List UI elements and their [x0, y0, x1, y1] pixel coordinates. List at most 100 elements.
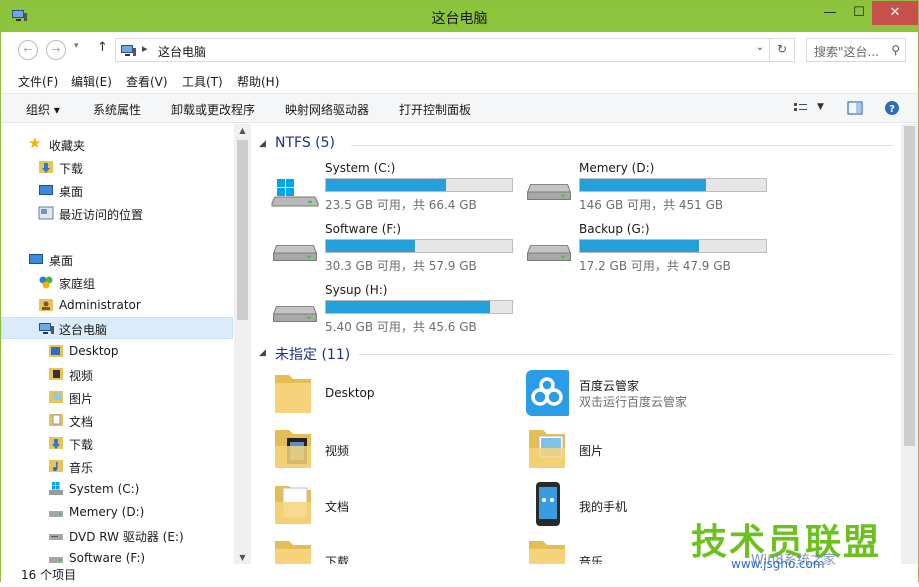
folder-item[interactable]: 图片 — [525, 424, 779, 476]
item-name: 我的手机 — [579, 500, 628, 514]
drive-usage-bar — [325, 178, 513, 192]
search-input[interactable]: 搜索"这台... ⚲ — [806, 38, 906, 62]
up-button[interactable]: ↑ — [97, 40, 108, 55]
usage-fill — [580, 240, 700, 252]
sidebar-item-desktop[interactable]: 桌面 — [1, 179, 233, 201]
drive-capacity: 5.40 GB 可用，共 45.6 GB — [325, 320, 477, 334]
group-title: 未指定 (11) — [275, 347, 351, 363]
folder-item[interactable]: 视频 — [271, 424, 525, 476]
title-bar[interactable]: 这台电脑 — ☐ ✕ — [1, 1, 918, 32]
sidebar-item-label: 桌面 — [59, 185, 84, 199]
sidebar-item-label: 这台电脑 — [59, 323, 108, 337]
refresh-button[interactable]: ↻ — [769, 39, 794, 61]
map-network-drive-button[interactable]: 映射网络驱动器 — [285, 101, 369, 118]
collapse-icon[interactable]: ◢ — [259, 348, 266, 358]
preview-pane-icon[interactable] — [847, 100, 863, 116]
watermark: 技术员联盟 Win8系统之家 www.jsgho.com — [691, 513, 916, 579]
chevron-down-icon[interactable]: ⌄ — [756, 42, 764, 53]
menu-view[interactable]: 查看(V) — [126, 73, 168, 90]
system-drive-icon — [271, 179, 319, 207]
drive-name: Memery (D:) — [579, 161, 655, 175]
drive-item[interactable]: Backup (G:) 17.2 GB 可用，共 47.9 GB — [525, 222, 779, 278]
app-item[interactable]: 百度云管家 双击运行百度云管家 — [525, 369, 779, 421]
sidebar-item-dvd-drive[interactable]: DVD RW 驱动器 (E:) — [1, 524, 233, 546]
menu-tools[interactable]: 工具(T) — [182, 73, 223, 90]
sidebar-item-videos[interactable]: 视频 — [1, 363, 233, 385]
drive-usage-bar — [325, 300, 513, 314]
downloads-folder-icon — [39, 161, 53, 173]
maximize-button[interactable]: ☐ — [844, 1, 874, 25]
group-header-ntfs[interactable]: ◢ NTFS (5) — [259, 134, 893, 156]
content-pane: ◢ NTFS (5) System (C:) 23.5 GB 可用，共 66.4… — [251, 124, 901, 579]
uninstall-program-button[interactable]: 卸载或更改程序 — [171, 101, 255, 118]
back-button[interactable]: ← — [18, 40, 38, 60]
drive-capacity: 17.2 GB 可用，共 47.9 GB — [579, 259, 731, 273]
chevron-right-icon[interactable]: ▸ — [142, 42, 148, 55]
scroll-up-icon[interactable]: ▲ — [234, 126, 251, 135]
sidebar-item-label: 视频 — [69, 369, 94, 383]
drive-usage-bar — [325, 239, 513, 253]
sidebar-item-administrator[interactable]: Administrator — [1, 294, 233, 316]
documents-folder-icon — [49, 414, 63, 426]
scrollbar-thumb[interactable] — [237, 140, 248, 320]
hard-drive-icon — [527, 184, 571, 200]
sidebar-item-desktop-root[interactable]: 桌面 — [1, 248, 233, 270]
sidebar-item-pictures[interactable]: 图片 — [1, 386, 233, 408]
sidebar-item-downloads-pc[interactable]: 下载 — [1, 432, 233, 454]
content-scrollbar[interactable] — [901, 124, 918, 564]
close-button[interactable]: ✕ — [872, 1, 918, 25]
collapse-icon[interactable]: ◢ — [259, 139, 266, 149]
drive-item[interactable]: Sysup (H:) 5.40 GB 可用，共 45.6 GB — [271, 283, 525, 339]
search-icon[interactable]: ⚲ — [891, 43, 900, 57]
sidebar-scrollbar[interactable]: ▲ ▼ — [234, 124, 251, 564]
drive-name: Backup (G:) — [579, 222, 650, 236]
address-bar[interactable]: ▸ 这台电脑 ⌄ ↻ — [115, 38, 795, 62]
sidebar-item-drive-c[interactable]: System (C:) — [1, 478, 233, 500]
scroll-down-icon[interactable]: ▼ — [234, 553, 251, 562]
group-divider — [351, 145, 893, 146]
sidebar-item-label: 文档 — [69, 415, 94, 429]
menu-help[interactable]: 帮助(H) — [237, 73, 279, 90]
drive-item[interactable]: Memery (D:) 146 GB 可用，共 451 GB — [525, 161, 779, 217]
drive-name: Sysup (H:) — [325, 283, 388, 297]
forward-button[interactable]: → — [46, 40, 66, 60]
address-row: ← → ▾ ↑ ▸ 这台电脑 ⌄ ↻ 搜索"这台... ⚲ — [1, 32, 918, 67]
folder-item[interactable]: Desktop — [271, 369, 525, 421]
sidebar-item-label: 家庭组 — [59, 277, 96, 291]
sidebar-item-desktop-folder[interactable]: Desktop — [1, 340, 233, 362]
sidebar-item-downloads[interactable]: 下载 — [1, 156, 233, 178]
scrollbar-thumb[interactable] — [904, 126, 915, 446]
sidebar-item-music[interactable]: 音乐 — [1, 455, 233, 477]
drive-usage-bar — [579, 178, 767, 192]
sidebar-item-drive-d[interactable]: Memery (D:) — [1, 501, 233, 523]
group-header-unspecified[interactable]: ◢ 未指定 (11) — [259, 343, 893, 365]
help-icon[interactable]: ? — [884, 100, 900, 116]
sidebar-item-this-pc[interactable]: 这台电脑 — [1, 317, 233, 339]
sidebar-item-documents[interactable]: 文档 — [1, 409, 233, 431]
folder-item[interactable]: 文档 — [271, 480, 525, 532]
sidebar-item-label: System (C:) — [69, 482, 140, 496]
computer-icon — [121, 45, 136, 56]
breadcrumb[interactable]: 这台电脑 — [158, 43, 206, 60]
drive-item[interactable]: System (C:) 23.5 GB 可用，共 66.4 GB — [271, 161, 525, 217]
sidebar-item-homegroup[interactable]: 家庭组 — [1, 271, 233, 293]
drive-item[interactable]: Software (F:) 30.3 GB 可用，共 57.9 GB — [271, 222, 525, 278]
hard-drive-icon — [49, 511, 63, 517]
item-name: 视频 — [325, 444, 350, 458]
view-options-icon[interactable] — [793, 100, 809, 116]
pictures-folder-icon — [49, 391, 63, 403]
folder-icon — [275, 375, 311, 413]
sidebar-item-recent[interactable]: 最近访问的位置 — [1, 202, 233, 224]
menu-edit[interactable]: 编辑(E) — [71, 73, 112, 90]
menu-file[interactable]: 文件(F) — [18, 73, 58, 90]
minimize-button[interactable]: — — [815, 1, 845, 25]
recent-locations-button[interactable]: ▾ — [74, 41, 79, 51]
sidebar-item-favorites[interactable]: ★ 收藏夹 — [1, 133, 233, 155]
video-folder-icon — [49, 368, 63, 380]
system-properties-button[interactable]: 系统属性 — [93, 101, 141, 118]
organize-button[interactable]: 组织 ▾ — [26, 101, 60, 118]
chevron-down-icon[interactable]: ▼ — [817, 102, 824, 112]
open-control-panel-button[interactable]: 打开控制面板 — [399, 101, 471, 118]
item-name: Desktop — [325, 386, 375, 400]
baidu-cloud-icon — [526, 370, 569, 416]
